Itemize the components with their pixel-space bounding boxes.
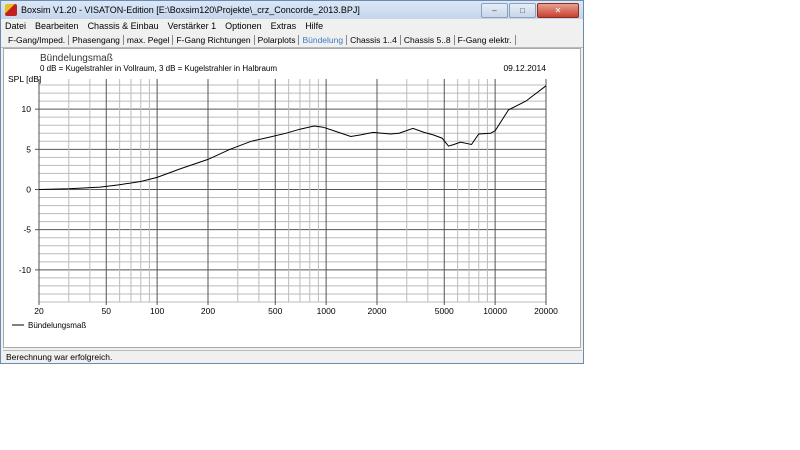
tab-polarplots[interactable]: Polarplots — [255, 35, 300, 45]
x-tick-label: 50 — [102, 306, 112, 316]
tab-phasengang[interactable]: Phasengang — [69, 35, 124, 45]
menu-bearbeiten[interactable]: Bearbeiten — [35, 21, 79, 31]
menu-optionen[interactable]: Optionen — [225, 21, 262, 31]
tab-f-gang-richtungen[interactable]: F-Gang Richtungen — [173, 35, 255, 45]
menu-bar: Datei Bearbeiten Chassis & Einbau Verstärke… — [1, 19, 583, 32]
x-tick-label: 5000 — [435, 306, 454, 316]
menu-extras[interactable]: Extras — [271, 21, 297, 31]
menu-datei[interactable]: Datei — [5, 21, 26, 31]
tab-chassis-1-4[interactable]: Chassis 1..4 — [347, 35, 401, 45]
chart-date: 09.12.2014 — [503, 63, 546, 73]
tab-b-ndelung[interactable]: Bündelung — [299, 35, 348, 45]
y-axis-label: SPL [dB] — [8, 74, 41, 84]
x-tick-label: 20000 — [534, 306, 558, 316]
status-bar: Berechnung war erfolgreich. — [3, 350, 582, 364]
tab-f-gang-imped-[interactable]: F-Gang/Imped. — [5, 35, 70, 45]
maximize-button[interactable]: □ — [509, 3, 536, 18]
window-title: Boxsim V1.20 - VISATON-Edition [E:\Boxsi… — [21, 5, 360, 15]
x-tick-label: 2000 — [368, 306, 387, 316]
y-tick-label: 0 — [26, 184, 31, 194]
menu-chassis-einbau[interactable]: Chassis & Einbau — [88, 21, 159, 31]
x-tick-label: 200 — [201, 306, 215, 316]
close-button[interactable]: ✕ — [537, 3, 579, 18]
chart-panel: 20 50 100 200 500 1000 2000 5000 10000 20000 10 5 0-… — [3, 48, 581, 348]
app-icon — [5, 4, 17, 16]
menu-verst-rker-1[interactable]: Verstärker 1 — [168, 21, 217, 31]
minimize-button[interactable]: – — [481, 3, 508, 18]
x-tick-label: 500 — [268, 306, 282, 316]
chart: 20 50 100 200 500 1000 2000 5000 10000 200001050-… — [8, 53, 558, 330]
y-tick-label: -10 — [19, 265, 32, 275]
chart-title: Bündelungsmaß — [40, 53, 113, 64]
tab-max-pegel[interactable]: max. Pegel — [124, 35, 174, 45]
tab-f-gang-elektr-[interactable]: F-Gang elektr. — [455, 35, 516, 45]
legend-label: Bündelungsmaß — [28, 321, 86, 330]
x-tick-label: 10000 — [483, 306, 507, 316]
tab-chassis-5-8[interactable]: Chassis 5..8 — [401, 35, 455, 45]
y-tick-label: 5 — [26, 144, 31, 154]
chart-subtitle: 0 dB = Kugelstrahler in Vollraum, 3 dB =… — [40, 64, 277, 73]
y-tick-label: -5 — [23, 225, 31, 235]
x-tick-label: 1000 — [317, 306, 336, 316]
menu-hilfe[interactable]: Hilfe — [305, 21, 323, 31]
tab-bar: F-Gang/Imped. Phasengang max. Pegel F-Gang … — [1, 33, 583, 48]
app-window: Boxsim V1.20 - VISATON-Edition [E:\Boxsi… — [0, 0, 584, 364]
title-bar[interactable]: Boxsim V1.20 - VISATON-Edition [E:\Boxsi… — [1, 1, 583, 19]
x-tick-label: 20 — [34, 306, 44, 316]
x-tick-label: 100 — [150, 306, 164, 316]
y-tick-label: 10 — [22, 104, 32, 114]
